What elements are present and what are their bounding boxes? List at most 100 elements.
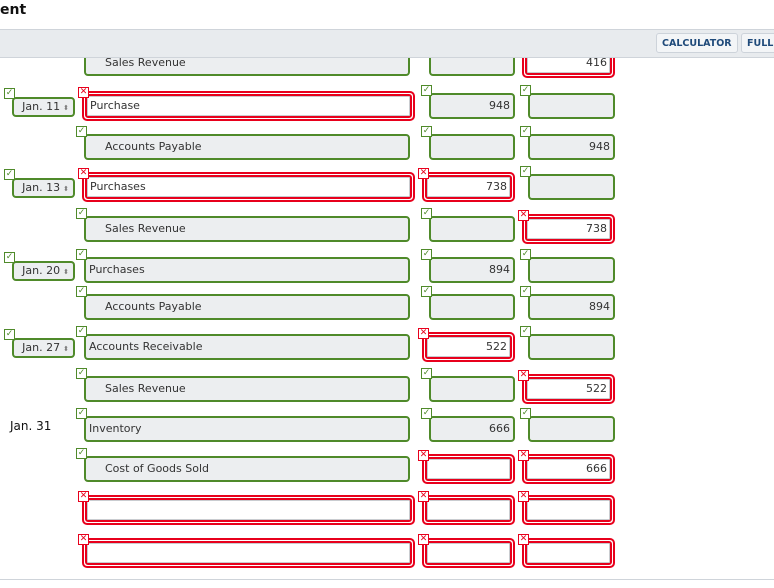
check-icon: ✓ [4, 329, 15, 340]
account-input[interactable]: Purchases [85, 175, 412, 199]
credit-field[interactable]: 522 [522, 374, 615, 404]
select-arrows-icon: ⬍ [63, 104, 69, 112]
credit-input[interactable]: 522 [525, 377, 612, 401]
account-field[interactable] [82, 538, 415, 568]
check-icon: ✓ [520, 326, 531, 337]
check-icon: ✓ [520, 249, 531, 260]
full-screen-button[interactable]: FULL [741, 33, 774, 53]
date-select[interactable]: Jan. 20 ⬍ [12, 261, 75, 281]
credit-field[interactable]: 666 [522, 454, 615, 484]
debit-input[interactable] [425, 498, 512, 522]
date-select[interactable]: Jan. 13 ⬍ [12, 178, 75, 198]
account-value: Sales Revenue [105, 222, 186, 235]
credit-input[interactable] [525, 498, 612, 522]
account-field[interactable]: Cost of Goods Sold [84, 456, 410, 482]
account-value: Accounts Receivable [89, 340, 203, 353]
credit-field[interactable]: 738 [522, 214, 615, 244]
account-input[interactable]: Purchase [85, 94, 412, 118]
debit-field[interactable] [429, 134, 515, 160]
debit-field[interactable] [429, 294, 515, 320]
check-icon: ✓ [76, 249, 87, 260]
check-icon: ✓ [76, 408, 87, 419]
account-field[interactable]: Inventory [84, 416, 410, 442]
check-icon: ✓ [76, 126, 87, 137]
account-field[interactable]: Accounts Payable [84, 134, 410, 160]
x-icon: ✕ [518, 491, 529, 502]
account-input[interactable] [85, 541, 412, 565]
credit-field[interactable] [528, 416, 615, 442]
credit-field[interactable]: 948 [528, 134, 615, 160]
account-value: Accounts Payable [105, 140, 202, 153]
check-icon: ✓ [421, 368, 432, 379]
calculator-button[interactable]: CALCULATOR [656, 33, 738, 53]
date-value: Jan. 27 [22, 341, 61, 354]
credit-field[interactable]: 894 [528, 294, 615, 320]
account-field[interactable] [82, 495, 415, 525]
credit-field[interactable] [528, 257, 615, 283]
check-icon: ✓ [520, 85, 531, 96]
account-value: Purchase [90, 99, 140, 112]
check-icon: ✓ [421, 249, 432, 260]
account-input[interactable] [85, 498, 412, 522]
check-icon: ✓ [421, 85, 432, 96]
check-icon: ✓ [4, 252, 15, 263]
x-icon: ✕ [418, 328, 429, 339]
debit-value: 738 [486, 180, 507, 193]
debit-input[interactable] [425, 457, 512, 481]
account-value: Purchases [89, 263, 145, 276]
credit-value: 894 [589, 300, 610, 313]
date-value: Jan. 11 [22, 100, 61, 113]
debit-input[interactable]: 738 [425, 175, 512, 199]
credit-input[interactable]: 738 [525, 217, 612, 241]
date-select[interactable]: Jan. 27 ⬍ [12, 338, 75, 358]
account-field[interactable]: Sales Revenue [84, 376, 410, 402]
credit-field[interactable] [528, 93, 615, 119]
credit-input[interactable]: 666 [525, 457, 612, 481]
debit-field[interactable]: 894 [429, 257, 515, 283]
credit-value: 522 [586, 382, 607, 395]
check-icon: ✓ [421, 286, 432, 297]
account-field[interactable]: Accounts Payable [84, 294, 410, 320]
x-icon: ✕ [418, 491, 429, 502]
debit-field[interactable] [429, 216, 515, 242]
debit-field[interactable] [429, 376, 515, 402]
page-title: ent [0, 2, 27, 18]
check-icon: ✓ [76, 326, 87, 337]
debit-field[interactable] [422, 495, 515, 525]
account-field[interactable]: Accounts Receivable [84, 334, 410, 360]
debit-field[interactable] [422, 538, 515, 568]
credit-field[interactable] [528, 334, 615, 360]
debit-field[interactable]: 666 [429, 416, 515, 442]
x-icon: ✕ [418, 534, 429, 545]
debit-input[interactable] [425, 541, 512, 565]
credit-field[interactable] [522, 495, 615, 525]
debit-field[interactable]: 522 [422, 332, 515, 362]
debit-field[interactable] [422, 454, 515, 484]
debit-input[interactable]: 522 [425, 335, 512, 359]
account-field[interactable]: Purchase [82, 91, 415, 121]
credit-field[interactable] [522, 538, 615, 568]
account-field[interactable]: Purchases [82, 172, 415, 202]
select-arrows-icon: ⬍ [63, 185, 69, 193]
x-icon: ✕ [518, 450, 529, 461]
select-arrows-icon: ⬍ [63, 268, 69, 276]
date-select[interactable]: Jan. 11 ⬍ [12, 97, 75, 117]
divider [0, 579, 774, 580]
credit-value: 738 [586, 222, 607, 235]
account-field[interactable]: Sales Revenue [84, 216, 410, 242]
account-value: Sales Revenue [105, 382, 186, 395]
check-icon: ✓ [520, 166, 531, 177]
debit-value: 522 [486, 340, 507, 353]
debit-field[interactable]: 948 [429, 93, 515, 119]
credit-value: 666 [586, 462, 607, 475]
credit-field[interactable] [528, 174, 615, 200]
credit-input[interactable] [525, 541, 612, 565]
debit-field[interactable]: 738 [422, 172, 515, 202]
x-icon: ✕ [518, 370, 529, 381]
debit-value: 666 [489, 422, 510, 435]
x-icon: ✕ [418, 450, 429, 461]
account-value: Accounts Payable [105, 300, 202, 313]
x-icon: ✕ [78, 87, 89, 98]
x-icon: ✕ [518, 210, 529, 221]
account-field[interactable]: Purchases [84, 257, 410, 283]
